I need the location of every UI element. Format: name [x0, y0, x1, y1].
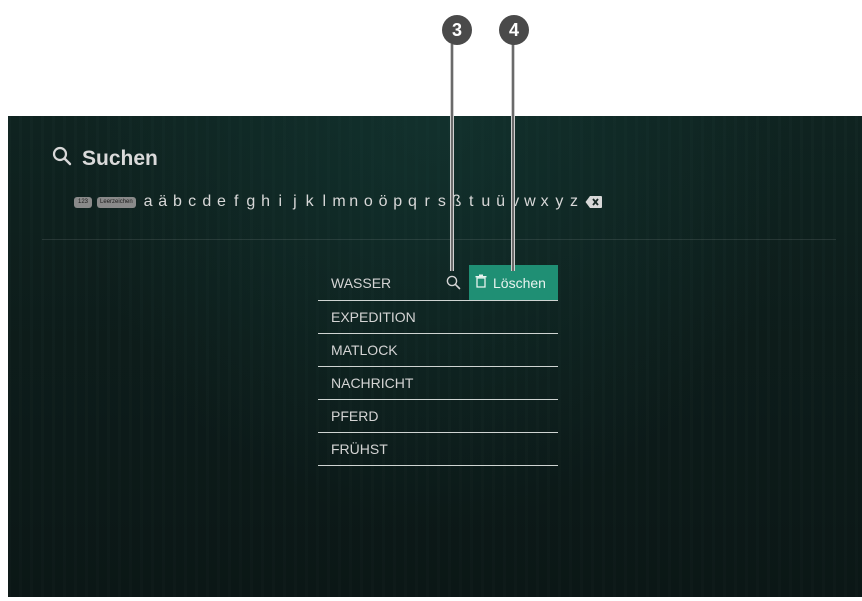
letter-key[interactable]: e: [214, 193, 229, 211]
letter-key[interactable]: x: [537, 193, 552, 211]
list-item[interactable]: NACHRICHT: [318, 367, 558, 400]
letter-key[interactable]: a: [141, 193, 156, 211]
on-screen-keyboard: 123 Leerzeichen aäbcdefghijklmnoöpqrsßtu…: [74, 193, 603, 211]
history-item-label: MATLOCK: [331, 342, 398, 358]
row-actions: Löschen: [441, 265, 558, 300]
letter-key[interactable]: j: [288, 193, 303, 211]
callout-4-pointer: [511, 44, 515, 271]
letter-key[interactable]: q: [405, 193, 420, 211]
backspace-icon[interactable]: [585, 195, 603, 209]
letter-key[interactable]: z: [567, 193, 582, 211]
letter-key[interactable]: r: [420, 193, 435, 211]
search-history-list: WASSER Löschen EXPEDITION MATLOCK NACHRI…: [318, 265, 558, 466]
list-item[interactable]: WASSER Löschen: [318, 265, 558, 301]
letter-key[interactable]: c: [185, 193, 200, 211]
letter-key[interactable]: ü: [493, 193, 508, 211]
history-item-label: FRÜHST: [331, 441, 388, 457]
search-icon: [446, 275, 460, 290]
letter-key[interactable]: l: [317, 193, 332, 211]
search-header: Suchen: [52, 146, 158, 171]
letter-key[interactable]: f: [229, 193, 244, 211]
letter-key[interactable]: n: [346, 193, 361, 211]
history-item-label: WASSER: [331, 275, 392, 291]
list-item[interactable]: EXPEDITION: [318, 301, 558, 334]
letter-key[interactable]: t: [464, 193, 479, 211]
header-divider: [42, 239, 836, 240]
letter-key[interactable]: o: [361, 193, 376, 211]
letter-key[interactable]: s: [434, 193, 449, 211]
delete-label: Löschen: [493, 274, 546, 291]
page: 3 4 Suchen 123 Leerzeichen aäbcdefghijkl…: [0, 0, 862, 601]
letter-key[interactable]: b: [170, 193, 185, 211]
letter-key[interactable]: u: [479, 193, 494, 211]
history-item-label: EXPEDITION: [331, 309, 416, 325]
callout-3: 3: [442, 15, 472, 45]
list-item[interactable]: PFERD: [318, 400, 558, 433]
trash-icon: [475, 265, 487, 301]
letter-key[interactable]: i: [273, 193, 288, 211]
history-item-label: PFERD: [331, 408, 379, 424]
history-item-label: NACHRICHT: [331, 375, 414, 391]
letter-key[interactable]: p: [390, 193, 405, 211]
letter-key[interactable]: h: [258, 193, 273, 211]
space-key[interactable]: Leerzeichen: [97, 196, 136, 208]
letter-key[interactable]: y: [552, 193, 567, 211]
letter-key[interactable]: k: [302, 193, 317, 211]
letter-key[interactable]: m: [332, 193, 347, 211]
letter-key[interactable]: ö: [376, 193, 391, 211]
search-icon: [52, 146, 72, 171]
list-item[interactable]: MATLOCK: [318, 334, 558, 367]
letter-key[interactable]: w: [523, 193, 538, 211]
letter-key[interactable]: ä: [155, 193, 170, 211]
letter-key[interactable]: g: [244, 193, 259, 211]
letter-keys: aäbcdefghijklmnoöpqrsßtuüvwxyz: [141, 193, 582, 211]
tv-screen: Suchen 123 Leerzeichen aäbcdefghijklmnoö…: [8, 116, 862, 597]
callout-4: 4: [499, 15, 529, 45]
numbers-key[interactable]: 123: [74, 196, 93, 208]
letter-key[interactable]: d: [199, 193, 214, 211]
search-title: Suchen: [82, 146, 158, 170]
list-item[interactable]: FRÜHST: [318, 433, 558, 466]
callout-3-pointer: [450, 44, 454, 271]
